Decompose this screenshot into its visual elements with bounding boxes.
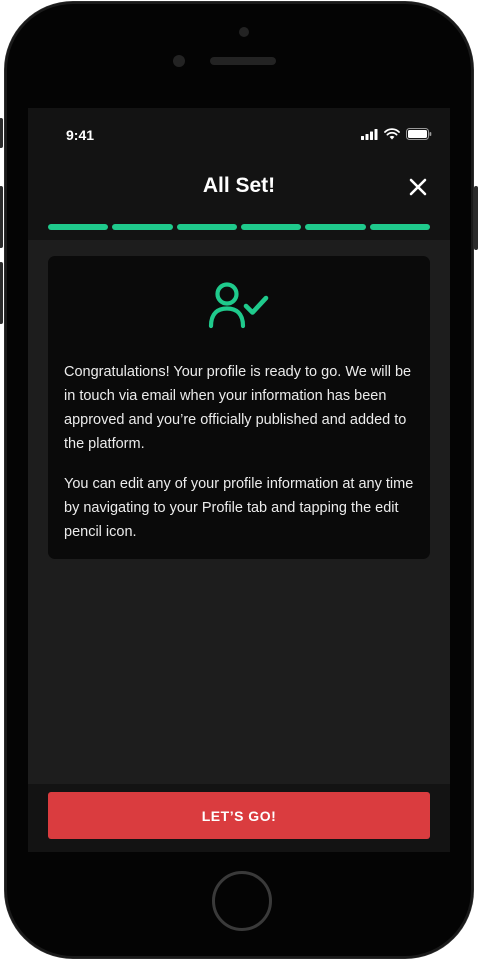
signal-icon (361, 128, 378, 140)
status-time: 9:41 (66, 127, 95, 143)
footer: LET’S GO! (28, 784, 450, 852)
close-icon[interactable] (408, 177, 428, 197)
page-title: All Set! (202, 174, 276, 197)
silent-switch (0, 118, 3, 148)
proximity-sensor (173, 55, 185, 67)
status-bar: 9:41 (28, 108, 450, 160)
power-button (474, 186, 478, 250)
user-check-icon (208, 282, 269, 329)
progress-step (240, 224, 302, 230)
front-camera (239, 27, 249, 37)
volume-down-button (0, 262, 3, 324)
lets-go-button[interactable]: LET’S GO! (48, 792, 430, 839)
progress-step (48, 224, 109, 230)
battery-icon (406, 128, 432, 140)
status-icons (361, 128, 432, 140)
progress-step (176, 224, 237, 230)
volume-up-button (0, 186, 3, 248)
wifi-icon (384, 128, 400, 140)
progress-bar (48, 224, 430, 232)
edit-info-text: You can edit any of your profile informa… (64, 476, 414, 540)
congratulations-text: Congratulations! Your profile is ready t… (64, 364, 412, 452)
header: All Set! (28, 160, 450, 240)
progress-step (305, 224, 366, 230)
app-screen: 9:41 All Set! Congratulations! Your prof… (28, 108, 450, 852)
home-button[interactable] (212, 871, 272, 931)
earpiece-speaker (210, 57, 276, 65)
progress-step (369, 224, 430, 230)
progress-step (112, 224, 173, 230)
success-card: Congratulations! Your profile is ready t… (48, 256, 430, 559)
